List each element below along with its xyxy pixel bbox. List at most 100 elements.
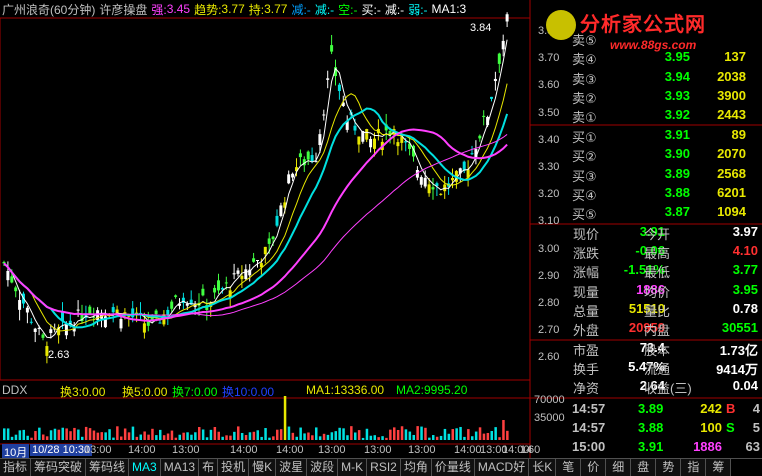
quote-value: 1.73亿: [719, 343, 758, 358]
tab-9[interactable]: 波段: [307, 459, 339, 476]
sells-row[interactable]: 卖③ 3.94 2038: [530, 69, 762, 88]
candle-body: [451, 177, 454, 181]
tab-18[interactable]: 细: [606, 459, 632, 476]
volume-bar: [311, 435, 314, 440]
volume-bar: [244, 435, 248, 440]
volume-bar: [424, 427, 427, 440]
level-volume: 6201: [717, 184, 746, 200]
candle-body: [236, 270, 240, 274]
candle-body: [427, 184, 431, 194]
tick-time: 15:00: [572, 439, 606, 454]
volume-bar: [486, 432, 490, 440]
reduce-1: 减:-: [291, 2, 311, 17]
volume-bar: [198, 427, 201, 440]
buy-signal: 买:-: [361, 2, 381, 17]
time-tick: 13:00: [364, 444, 392, 456]
volume-bar: [256, 430, 259, 440]
tab-19[interactable]: 盘: [631, 459, 657, 476]
tab-22[interactable]: 筹: [706, 459, 732, 476]
volume-bar: [45, 436, 49, 440]
tab-0[interactable]: 指标: [0, 459, 32, 476]
candle-body: [478, 135, 482, 139]
tab-1[interactable]: 筹码突破: [31, 459, 87, 476]
price-tick: 2.90: [538, 269, 560, 282]
candle-body: [166, 309, 170, 316]
level-volume: 2038: [717, 68, 746, 84]
tick-row: 14:57 3.89 242 B 4: [530, 401, 762, 420]
buys-row[interactable]: 买③ 3.89 2568: [530, 166, 762, 185]
tab-4[interactable]: MA13: [160, 459, 200, 476]
quote-value: 0.04: [732, 378, 758, 394]
volume-bar: [264, 428, 267, 440]
candle-body: [25, 307, 29, 313]
time-tick: 13:00: [172, 444, 200, 456]
buys-row[interactable]: 买① 3.91 89: [530, 127, 762, 146]
sells-row[interactable]: 卖⑤: [530, 30, 762, 49]
tab-13[interactable]: 价量线: [431, 459, 475, 476]
volume-bar: [381, 436, 384, 440]
tab-6[interactable]: 投机: [218, 459, 250, 476]
buys-row[interactable]: 买④ 3.88 6201: [530, 185, 762, 204]
level-label: 买③: [572, 168, 597, 184]
volume-bar: [330, 432, 334, 440]
tab-3[interactable]: MA3: [129, 459, 161, 476]
quote-jinkai: 今开 3.97: [644, 224, 758, 243]
tab-15[interactable]: 长K: [529, 459, 557, 476]
quote-liangbi: 量比 0.78: [644, 301, 758, 320]
price-tick: 2.80: [538, 297, 560, 309]
volume-bar: [432, 435, 435, 440]
quote-liutong: 流通 9414万: [644, 359, 758, 378]
reduce-2: 减:-: [314, 2, 335, 17]
tab-12[interactable]: 均角: [400, 459, 432, 476]
buys-row[interactable]: 买⑤ 3.87 1094: [530, 204, 762, 223]
volume-bar: [30, 437, 33, 440]
tab-17[interactable]: 价: [581, 459, 607, 476]
volume-bar: [96, 432, 100, 440]
quote-label: 现价: [573, 227, 600, 242]
sells-row[interactable]: 卖④ 3.95 137: [530, 49, 762, 68]
tab-21[interactable]: 指: [681, 459, 707, 476]
tab-2[interactable]: 筹码线: [86, 459, 130, 476]
quote-label: 今开: [644, 227, 671, 242]
volume-bar: [260, 436, 263, 440]
weak-signal: 弱:-: [408, 2, 428, 17]
volume-bar: [159, 429, 162, 440]
volume-bar: [233, 431, 236, 440]
ddx-h5: 换5:0.00: [122, 385, 168, 399]
tick-count: 63: [745, 439, 760, 454]
sells-row[interactable]: 卖① 3.92 2443: [530, 107, 762, 126]
volume-bar: [303, 433, 306, 440]
volume-bar: [287, 426, 291, 440]
volume-bar: [49, 430, 53, 440]
quote-label: 股本: [644, 343, 671, 358]
tab-16[interactable]: 笔: [556, 459, 582, 476]
tab-7[interactable]: 慢K: [249, 459, 277, 476]
quote-value: 3.95: [732, 281, 758, 297]
sells-row[interactable]: 卖② 3.93 3900: [530, 88, 762, 107]
volume-bar: [73, 427, 76, 440]
candle-body: [29, 321, 33, 323]
tab-14[interactable]: MACD好: [474, 459, 530, 476]
volume-bar: [346, 435, 349, 440]
indicator-name: 许彦操盘: [99, 2, 148, 17]
tab-8[interactable]: 波星: [276, 459, 308, 476]
volume-bar: [377, 437, 380, 440]
quote-value: 3.77: [732, 262, 758, 278]
tab-5[interactable]: 布: [199, 459, 219, 476]
quote-label: 涨幅: [573, 265, 600, 281]
tab-20[interactable]: 势: [656, 459, 682, 476]
tab-10[interactable]: M-K: [338, 459, 368, 476]
buys-row[interactable]: 买② 3.90 2070: [530, 146, 762, 165]
volume-bar: [178, 434, 181, 440]
candle-body: [322, 114, 326, 116]
tick-count: 5: [752, 420, 760, 435]
ddx-ma2: MA2:9995.20: [396, 383, 468, 397]
candle-body: [41, 334, 45, 338]
level-volume: 2568: [717, 165, 746, 181]
volume-bar: [299, 427, 302, 440]
candle-body: [318, 134, 322, 146]
candle-body: [482, 115, 486, 118]
tab-11[interactable]: RSI2: [367, 459, 401, 476]
candle-body: [252, 258, 256, 262]
candle-body: [373, 138, 376, 149]
